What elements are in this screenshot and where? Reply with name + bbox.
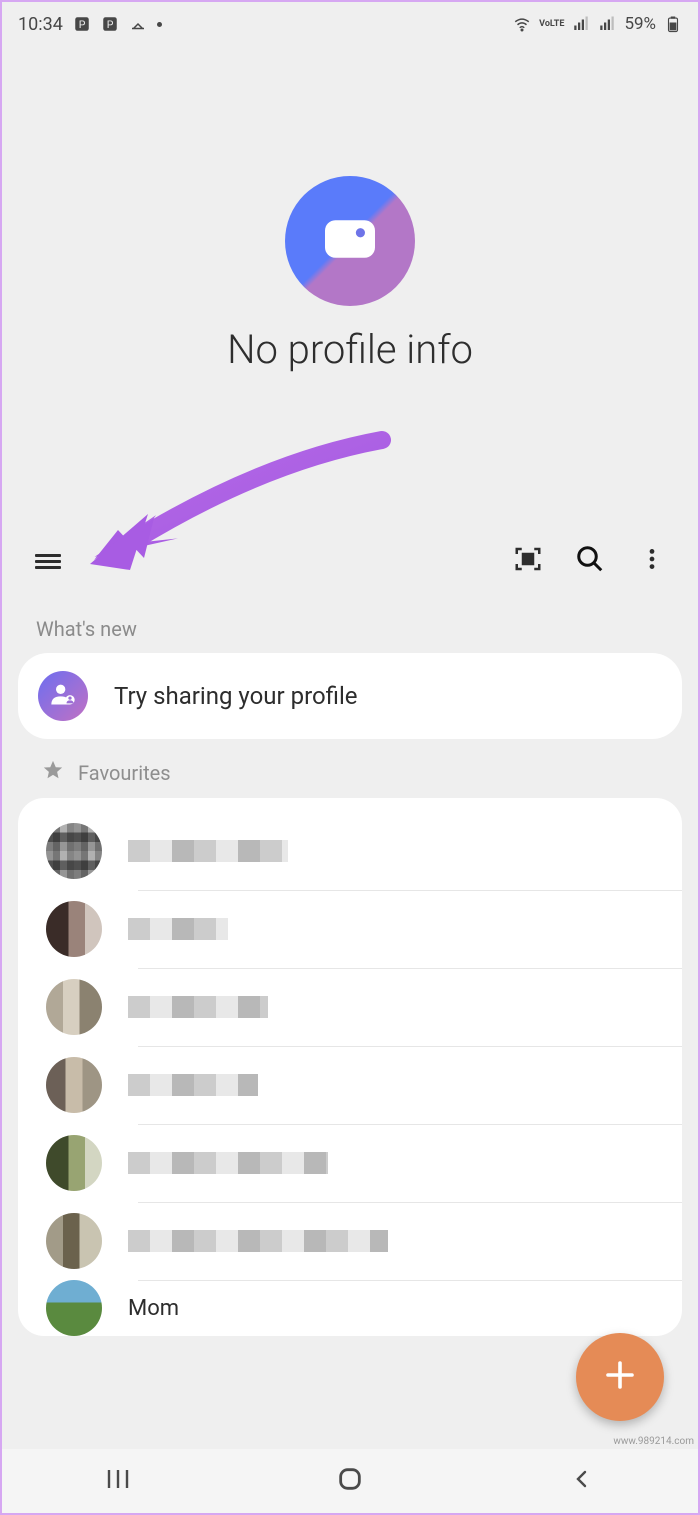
profile-avatar[interactable]	[285, 176, 415, 306]
star-icon	[42, 759, 64, 786]
status-bar: 10:34 P P VoLTE 59%	[2, 2, 698, 46]
favourites-label: Favourites	[78, 761, 171, 785]
list-item[interactable]	[18, 890, 682, 968]
contact-avatar	[46, 979, 102, 1035]
plus-icon	[602, 1357, 638, 1397]
more-vertical-icon	[639, 546, 665, 576]
person-share-icon	[49, 680, 77, 712]
notification-dot-icon	[157, 22, 162, 27]
recents-icon	[103, 1467, 133, 1495]
list-item[interactable]	[18, 968, 682, 1046]
contact-name-blurred	[128, 1230, 388, 1252]
svg-text:P: P	[79, 18, 86, 31]
home-icon	[336, 1465, 364, 1497]
home-button[interactable]	[290, 1459, 410, 1503]
favourites-list: Mom	[18, 798, 682, 1336]
contact-name: Mom	[128, 1296, 179, 1321]
contact-avatar	[46, 823, 102, 879]
list-item[interactable]	[18, 1202, 682, 1280]
add-contact-fab[interactable]	[576, 1333, 664, 1421]
contact-avatar	[46, 1213, 102, 1269]
volte-icon: VoLTE	[539, 20, 564, 29]
contact-name-blurred	[128, 1074, 258, 1096]
whats-new-text: Try sharing your profile	[114, 682, 358, 710]
list-item[interactable]: Mom	[18, 1280, 682, 1336]
battery-percentage: 59%	[624, 14, 656, 34]
search-icon	[575, 544, 605, 578]
contact-name-blurred	[128, 996, 268, 1018]
qr-code-icon	[513, 544, 543, 578]
back-icon	[570, 1467, 594, 1495]
signal-icon-1	[572, 15, 590, 33]
share-profile-avatar	[38, 671, 88, 721]
wifi-icon	[513, 15, 531, 33]
whats-new-label: What's new	[2, 589, 698, 653]
contact-avatar	[46, 1280, 102, 1336]
list-item[interactable]	[18, 812, 682, 890]
search-button[interactable]	[568, 539, 612, 583]
contact-avatar	[46, 1057, 102, 1113]
notification-icon-2: P	[101, 15, 119, 33]
watermark: www.989214.com	[613, 1436, 694, 1447]
whats-new-card[interactable]: Try sharing your profile	[18, 653, 682, 739]
system-navigation-bar	[2, 1449, 698, 1513]
back-button[interactable]	[522, 1459, 642, 1503]
notification-icon-3	[129, 15, 147, 33]
status-time: 10:34	[18, 14, 63, 35]
notification-icon-1: P	[73, 15, 91, 33]
contact-name-blurred	[128, 840, 288, 862]
hamburger-icon	[35, 551, 61, 572]
profile-header[interactable]: No profile info	[2, 46, 698, 413]
battery-icon	[664, 15, 682, 33]
more-options-button[interactable]	[630, 539, 674, 583]
menu-button[interactable]	[26, 539, 70, 583]
recents-button[interactable]	[58, 1459, 178, 1503]
profile-title: No profile info	[2, 326, 698, 373]
contact-avatar	[46, 1135, 102, 1191]
signal-icon-2	[598, 15, 616, 33]
app-toolbar	[2, 533, 698, 589]
contact-name-blurred	[128, 918, 228, 940]
camera-icon	[325, 219, 375, 263]
contact-avatar	[46, 901, 102, 957]
list-item[interactable]	[18, 1124, 682, 1202]
qr-scan-button[interactable]	[506, 539, 550, 583]
favourites-header: Favourites	[2, 739, 698, 798]
list-item[interactable]	[18, 1046, 682, 1124]
svg-text:P: P	[107, 18, 114, 31]
contact-name-blurred	[128, 1152, 328, 1174]
